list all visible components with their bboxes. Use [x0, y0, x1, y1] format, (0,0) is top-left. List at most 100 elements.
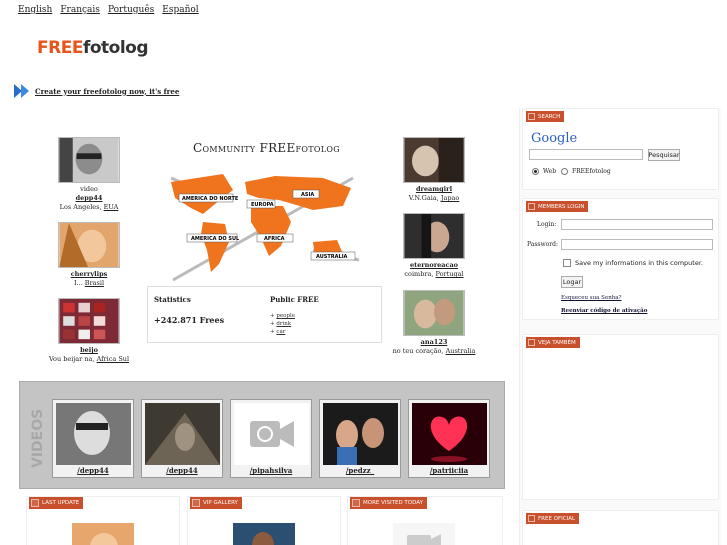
radio-web[interactable]: [532, 168, 539, 175]
profile-user[interactable]: depp44: [76, 194, 103, 202]
profile-location: V.N.Gaia, Japao: [408, 194, 460, 202]
lang-francais[interactable]: Français: [60, 5, 100, 15]
video-thumbnail[interactable]: [412, 403, 487, 465]
map-label-asia: ASIA: [301, 192, 314, 198]
profile-card[interactable]: eternoreacao coimbra, Portugal: [391, 213, 477, 279]
profile-photo[interactable]: [403, 137, 465, 183]
profile-user[interactable]: cherrylips: [71, 270, 108, 278]
profile-country-link[interactable]: Portugal: [436, 270, 464, 278]
vip-gallery-photo[interactable]: [233, 523, 295, 545]
double-arrow-icon: [14, 84, 29, 98]
search-button[interactable]: Pesquisar: [648, 149, 680, 161]
video-item[interactable]: /patriiciia: [408, 399, 490, 478]
search-input[interactable]: [529, 149, 643, 160]
profile-location: Los Angeles, EUA: [59, 203, 119, 211]
profile-photo[interactable]: [403, 213, 465, 259]
last-update-icon: [31, 499, 39, 507]
profile-card[interactable]: cherrylips I... Brasil: [46, 222, 132, 288]
login-button[interactable]: Logar: [561, 276, 583, 288]
statistics-box: Statistics +242.871 Frees Public FREE + …: [147, 286, 382, 343]
profile-photo[interactable]: [58, 137, 120, 183]
public-link-car[interactable]: car: [276, 329, 285, 335]
profile-location: Vou beijar na, Africa Sul: [48, 355, 130, 363]
more-visited-title: MORE VISITED TODAY: [363, 500, 423, 506]
profile-photo[interactable]: [403, 290, 465, 336]
official-tag: FREE OFICIAL: [526, 513, 580, 524]
profile-country-link[interactable]: Australia: [446, 347, 476, 355]
profile-user[interactable]: beijo: [80, 346, 98, 354]
lang-english[interactable]: English: [18, 5, 52, 15]
video-camera-icon[interactable]: [393, 523, 455, 545]
radio-site[interactable]: [561, 168, 568, 175]
last-update-panel: LAST UPDATE: [26, 496, 180, 545]
login-box: MEMBERS LOGIN Login: Password: Save my i…: [522, 198, 719, 320]
video-item[interactable]: /pipahsilva: [230, 399, 312, 478]
profile-card[interactable]: video depp44 Los Angeles, EUA: [46, 137, 132, 212]
statistics-count: +242.871 Frees: [154, 315, 225, 325]
profile-country-link[interactable]: Brasil: [85, 279, 104, 287]
public-link-row: + car: [270, 329, 286, 335]
video-camera-icon[interactable]: [234, 403, 309, 465]
google-logo: Google: [531, 131, 577, 146]
password-label: Password:: [527, 241, 558, 248]
more-visited-icon: [352, 499, 360, 507]
video-thumbnail[interactable]: [145, 403, 220, 465]
video-link[interactable]: /depp44: [53, 466, 133, 475]
official-tag-label: FREE OFICIAL: [538, 515, 576, 522]
map-continent: [251, 206, 291, 256]
video-link[interactable]: /pipahsilva: [231, 466, 311, 475]
lang-portugues[interactable]: Português: [108, 5, 154, 15]
video-item[interactable]: /depp44: [141, 399, 223, 478]
login-label: Login:: [537, 221, 557, 228]
world-map[interactable]: AMERICA DO NORTE EUROPA ASIA AMERICA DO …: [163, 160, 363, 282]
video-thumbnail[interactable]: [323, 403, 398, 465]
public-link-row: + drink: [270, 321, 292, 327]
see-also-tag: VEJA TAMBÉM: [526, 337, 580, 348]
map-label-europe: EUROPA: [251, 202, 274, 208]
last-update-photo[interactable]: [72, 523, 134, 545]
site-logo[interactable]: FREEfotolog: [37, 38, 149, 58]
see-also-box: VEJA TAMBÉM: [522, 334, 719, 500]
video-link[interactable]: /patriiciia: [409, 466, 489, 475]
profile-country-link[interactable]: EUA: [104, 203, 119, 211]
video-item[interactable]: /pedzz_: [319, 399, 401, 478]
public-free-heading: Public FREE: [270, 295, 319, 304]
video-link[interactable]: /pedzz_: [320, 466, 400, 475]
see-also-tag-label: VEJA TAMBÉM: [538, 339, 576, 346]
profile-location: coimbra, Portugal: [404, 270, 464, 278]
vip-gallery-panel: VIP GALLERY: [187, 496, 341, 545]
vip-gallery-icon: [192, 499, 200, 507]
lang-espanol[interactable]: Español: [162, 5, 198, 15]
search-tag: SEARCH: [526, 111, 565, 122]
login-input[interactable]: [561, 219, 713, 230]
public-link-drink[interactable]: drink: [276, 321, 291, 327]
profile-user[interactable]: eternoreacao: [410, 261, 458, 269]
password-input[interactable]: [561, 239, 713, 250]
profile-location: I... Brasil: [73, 279, 105, 287]
radio-site-label: FREEfotolog: [572, 168, 611, 175]
profile-card[interactable]: beijo Vou beijar na, Africa Sul: [46, 298, 132, 364]
search-icon: [528, 113, 535, 120]
more-visited-panel: MORE VISITED TODAY: [347, 496, 503, 545]
create-fotolog-link[interactable]: Create your freefotolog now, it's free: [35, 87, 179, 96]
remember-label: Save my informations in this computer.: [575, 259, 703, 267]
profile-user[interactable]: ana123: [421, 338, 448, 346]
video-item[interactable]: /depp44: [52, 399, 134, 478]
profile-card[interactable]: dreamgirl V.N.Gaia, Japao: [391, 137, 477, 203]
map-label-africa: AFRICA: [264, 236, 285, 242]
video-link[interactable]: /depp44: [142, 466, 222, 475]
map-label-south-america: AMERICA DO SUL: [191, 236, 240, 242]
resend-code-link[interactable]: Reenviar código de ativação: [561, 308, 647, 314]
profile-user[interactable]: dreamgirl: [416, 185, 452, 193]
profile-photo[interactable]: [58, 298, 120, 344]
public-link-people[interactable]: people: [276, 313, 295, 319]
video-thumbnail[interactable]: [56, 403, 131, 465]
statistics-heading: Statistics: [154, 295, 191, 304]
profile-photo[interactable]: [58, 222, 120, 268]
forgot-password-link[interactable]: Esqueceu sua Senha?: [561, 295, 622, 301]
remember-checkbox[interactable]: [563, 259, 571, 267]
profile-card[interactable]: ana123 no teu coração, Australia: [391, 290, 477, 356]
profile-country-link[interactable]: Japao: [441, 194, 459, 202]
page: English Français Português Español FREEf…: [0, 0, 727, 545]
profile-country-link[interactable]: Africa Sul: [97, 355, 129, 363]
